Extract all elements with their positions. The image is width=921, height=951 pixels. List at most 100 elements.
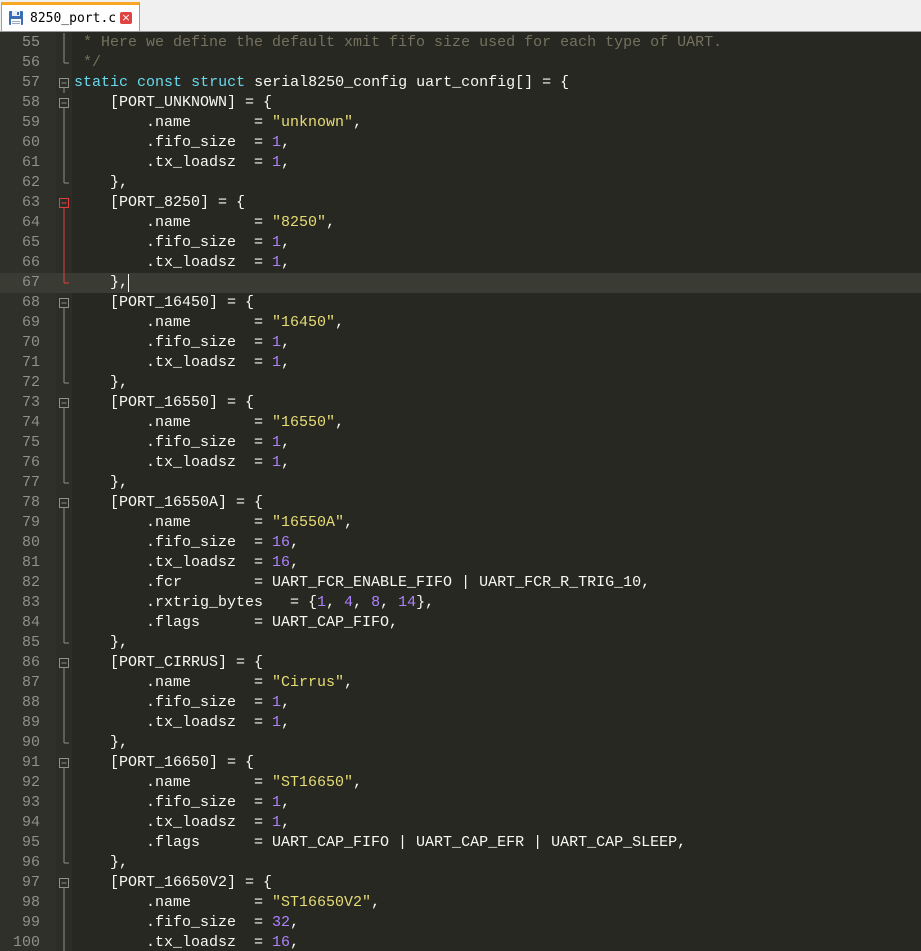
- fold-line-icon: [58, 33, 70, 53]
- fold-toggle-icon[interactable]: [58, 193, 70, 213]
- code-text: .name = "unknown",: [74, 114, 363, 131]
- fold-toggle-icon[interactable]: [58, 753, 70, 773]
- line-number: 79: [21, 514, 40, 531]
- code-line[interactable]: 82 .fcr = UART_FCR_ENABLE_FIFO | UART_FC…: [0, 573, 921, 593]
- fold-line-icon: [58, 433, 70, 453]
- code-line[interactable]: 87 .name = "Cirrus",: [0, 673, 921, 693]
- code-line[interactable]: 56 */: [0, 53, 921, 73]
- fold-toggle-icon[interactable]: [58, 93, 70, 113]
- code-line[interactable]: 55 * Here we define the default xmit fif…: [0, 33, 921, 53]
- code-line[interactable]: 74 .name = "16550",: [0, 413, 921, 433]
- code-line[interactable]: 79 .name = "16550A",: [0, 513, 921, 533]
- code-line[interactable]: 83 .rxtrig_bytes = {1, 4, 8, 14},: [0, 593, 921, 613]
- code-text: .name = "16450",: [74, 314, 345, 331]
- line-number: 98: [21, 894, 40, 911]
- code-text: .tx_loadsz = 1,: [74, 354, 291, 371]
- code-text: },: [74, 374, 129, 391]
- line-number: 57: [21, 74, 40, 91]
- code-line[interactable]: 89 .tx_loadsz = 1,: [0, 713, 921, 733]
- fold-toggle-icon[interactable]: [58, 653, 70, 673]
- line-number: 97: [21, 874, 40, 891]
- code-line[interactable]: 63 [PORT_8250] = {: [0, 193, 921, 213]
- line-number: 78: [21, 494, 40, 511]
- code-line[interactable]: 70 .fifo_size = 1,: [0, 333, 921, 353]
- code-line[interactable]: 77 },: [0, 473, 921, 493]
- code-text: .fifo_size = 1,: [74, 334, 291, 351]
- fold-toggle-icon[interactable]: [58, 73, 70, 93]
- code-line[interactable]: 92 .name = "ST16650",: [0, 773, 921, 793]
- code-line[interactable]: 75 .fifo_size = 1,: [0, 433, 921, 453]
- code-line[interactable]: 97 [PORT_16650V2] = {: [0, 873, 921, 893]
- line-number: 59: [21, 114, 40, 131]
- code-text: .tx_loadsz = 1,: [74, 454, 291, 471]
- code-line[interactable]: 64 .name = "8250",: [0, 213, 921, 233]
- fold-line-icon: [58, 793, 70, 813]
- code-text: .flags = UART_CAP_FIFO,: [74, 614, 399, 631]
- code-text: [PORT_16550A] = {: [74, 494, 264, 511]
- code-line[interactable]: 95 .flags = UART_CAP_FIFO | UART_CAP_EFR…: [0, 833, 921, 853]
- code-line[interactable]: 62 },: [0, 173, 921, 193]
- code-line[interactable]: 60 .fifo_size = 1,: [0, 133, 921, 153]
- code-line[interactable]: 58 [PORT_UNKNOWN] = {: [0, 93, 921, 113]
- code-text: .fifo_size = 1,: [74, 434, 291, 451]
- file-tab[interactable]: 8250_port.c ×: [1, 2, 140, 31]
- fold-toggle-icon[interactable]: [58, 393, 70, 413]
- code-line[interactable]: 78 [PORT_16550A] = {: [0, 493, 921, 513]
- line-number: 68: [21, 294, 40, 311]
- line-number: 77: [21, 474, 40, 491]
- line-number: 63: [21, 194, 40, 211]
- code-line[interactable]: 59 .name = "unknown",: [0, 113, 921, 133]
- line-number: 66: [21, 254, 40, 271]
- code-text: .fifo_size = 16,: [74, 534, 300, 551]
- code-text: .tx_loadsz = 1,: [74, 714, 291, 731]
- code-line[interactable]: 72 },: [0, 373, 921, 393]
- fold-toggle-icon[interactable]: [58, 293, 70, 313]
- fold-line-icon: [58, 513, 70, 533]
- code-line[interactable]: 91 [PORT_16650] = {: [0, 753, 921, 773]
- code-line[interactable]: 96 },: [0, 853, 921, 873]
- code-text: .name = "8250",: [74, 214, 336, 231]
- code-line[interactable]: 84 .flags = UART_CAP_FIFO,: [0, 613, 921, 633]
- code-line[interactable]: 68 [PORT_16450] = {: [0, 293, 921, 313]
- code-line[interactable]: 65 .fifo_size = 1,: [0, 233, 921, 253]
- close-tab-icon[interactable]: ×: [120, 12, 132, 24]
- code-line[interactable]: 93 .fifo_size = 1,: [0, 793, 921, 813]
- code-line[interactable]: 88 .fifo_size = 1,: [0, 693, 921, 713]
- line-number: 56: [21, 54, 40, 71]
- fold-line-icon: [58, 893, 70, 913]
- code-line[interactable]: 99 .fifo_size = 32,: [0, 913, 921, 933]
- code-line[interactable]: 71 .tx_loadsz = 1,: [0, 353, 921, 373]
- code-line[interactable]: 94 .tx_loadsz = 1,: [0, 813, 921, 833]
- code-line[interactable]: 73 [PORT_16550] = {: [0, 393, 921, 413]
- code-line[interactable]: 100 .tx_loadsz = 16,: [0, 933, 921, 951]
- line-number: 82: [21, 574, 40, 591]
- code-text: .tx_loadsz = 16,: [74, 934, 300, 951]
- line-number: 88: [21, 694, 40, 711]
- code-line[interactable]: 67 },: [0, 273, 921, 293]
- fold-line-icon: [58, 713, 70, 733]
- line-number: 87: [21, 674, 40, 691]
- code-line[interactable]: 98 .name = "ST16650V2",: [0, 893, 921, 913]
- line-number: 65: [21, 234, 40, 251]
- code-line[interactable]: 57 static const struct serial8250_config …: [0, 73, 921, 93]
- code-line[interactable]: 81 .tx_loadsz = 16,: [0, 553, 921, 573]
- line-number: 85: [21, 634, 40, 651]
- code-line[interactable]: 76 .tx_loadsz = 1,: [0, 453, 921, 473]
- fold-toggle-icon[interactable]: [58, 493, 70, 513]
- code-line[interactable]: 66 .tx_loadsz = 1,: [0, 253, 921, 273]
- code-text: .fifo_size = 1,: [74, 234, 291, 251]
- code-line[interactable]: 85 },: [0, 633, 921, 653]
- code-editor[interactable]: 55 * Here we define the default xmit fif…: [0, 32, 921, 951]
- floppy-disk-icon: [8, 10, 24, 26]
- code-line[interactable]: 90 },: [0, 733, 921, 753]
- fold-toggle-icon[interactable]: [58, 873, 70, 893]
- code-line[interactable]: 61 .tx_loadsz = 1,: [0, 153, 921, 173]
- code-line[interactable]: 69 .name = "16450",: [0, 313, 921, 333]
- fold-line-icon: [58, 313, 70, 333]
- fold-line-icon: [58, 213, 70, 233]
- line-number: 72: [21, 374, 40, 391]
- code-line[interactable]: 86 [PORT_CIRRUS] = {: [0, 653, 921, 673]
- line-number: 95: [21, 834, 40, 851]
- code-line[interactable]: 80 .fifo_size = 16,: [0, 533, 921, 553]
- fold-line-icon: [58, 773, 70, 793]
